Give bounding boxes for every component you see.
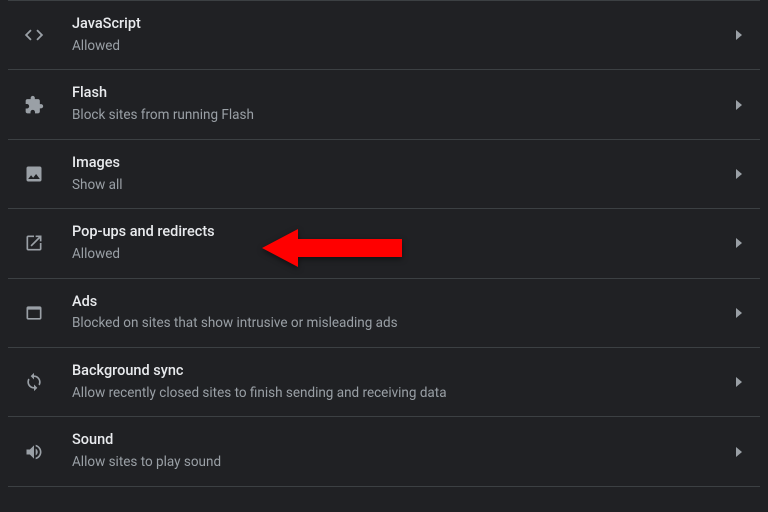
row-text: Flash Block sites from running Flash <box>72 84 724 124</box>
chevron-right-icon <box>736 169 742 179</box>
settings-row-flash[interactable]: Flash Block sites from running Flash <box>8 70 760 139</box>
row-text: Sound Allow sites to play sound <box>72 431 724 471</box>
chevron-right-icon <box>736 377 742 387</box>
ads-icon <box>22 301 46 325</box>
row-title: Pop-ups and redirects <box>72 223 724 242</box>
row-subtitle: Blocked on sites that show intrusive or … <box>72 315 724 333</box>
chevron-right-icon <box>736 308 742 318</box>
row-subtitle: Show all <box>72 177 724 195</box>
settings-row-background-sync[interactable]: Background sync Allow recently closed sit… <box>8 348 760 417</box>
row-text: Ads Blocked on sites that show intrusive … <box>72 293 724 333</box>
row-subtitle: Allow sites to play sound <box>72 454 724 472</box>
row-title: Flash <box>72 84 724 103</box>
row-title: Images <box>72 154 724 173</box>
row-title: Background sync <box>72 362 724 381</box>
chevron-right-icon <box>736 238 742 248</box>
row-subtitle: Allowed <box>72 38 724 56</box>
row-subtitle: Block sites from running Flash <box>72 107 724 125</box>
chevron-right-icon <box>736 30 742 40</box>
sound-icon <box>22 440 46 464</box>
row-subtitle: Allowed <box>72 246 724 264</box>
row-subtitle: Allow recently closed sites to finish se… <box>72 385 724 403</box>
row-title: Ads <box>72 293 724 312</box>
chevron-right-icon <box>736 100 742 110</box>
popup-icon <box>22 231 46 255</box>
row-title: Sound <box>72 431 724 450</box>
settings-row-javascript[interactable]: JavaScript Allowed <box>8 0 760 70</box>
settings-row-sound[interactable]: Sound Allow sites to play sound <box>8 417 760 486</box>
sync-icon <box>22 370 46 394</box>
row-title: JavaScript <box>72 15 724 34</box>
row-text: JavaScript Allowed <box>72 15 724 55</box>
extension-icon <box>22 93 46 117</box>
row-text: Pop-ups and redirects Allowed <box>72 223 724 263</box>
code-icon <box>22 23 46 47</box>
chevron-right-icon <box>736 447 742 457</box>
settings-row-ads[interactable]: Ads Blocked on sites that show intrusive … <box>8 279 760 348</box>
settings-row-popups[interactable]: Pop-ups and redirects Allowed <box>8 209 760 278</box>
image-icon <box>22 162 46 186</box>
row-text: Images Show all <box>72 154 724 194</box>
row-text: Background sync Allow recently closed sit… <box>72 362 724 402</box>
settings-row-images[interactable]: Images Show all <box>8 140 760 209</box>
